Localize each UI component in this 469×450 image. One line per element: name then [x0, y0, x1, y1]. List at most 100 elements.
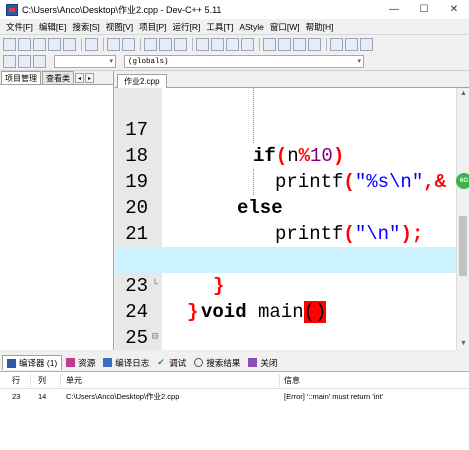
indent-guide	[253, 169, 254, 195]
menu-astyle[interactable]: AStyle	[236, 22, 267, 32]
tab-debug[interactable]: ✔ 调试	[153, 355, 190, 370]
tab-class-browser[interactable]: 查看类	[42, 71, 74, 84]
scrollbar-thumb[interactable]	[459, 216, 467, 276]
main-toolbar	[0, 35, 469, 53]
replace-icon[interactable]	[159, 37, 172, 51]
tab-close-label: 关闭	[260, 357, 278, 368]
tab-compile-log-label: 编译日志	[115, 357, 150, 368]
goto-bookmark-icon[interactable]	[33, 55, 46, 68]
project-options-icon[interactable]	[226, 37, 239, 51]
minimize-button[interactable]: —	[379, 0, 409, 19]
tile-icon[interactable]	[293, 37, 306, 51]
compile-icon[interactable]	[360, 37, 373, 51]
menu-help[interactable]: 帮助[H]	[303, 21, 337, 33]
column-divider[interactable]	[30, 374, 31, 387]
header-row[interactable]: 行	[12, 372, 20, 389]
close-button[interactable]: ✕	[439, 0, 469, 19]
menu-edit[interactable]: 编辑[E]	[36, 21, 69, 33]
maximize-button[interactable]: ☐	[409, 0, 439, 19]
project-panel: 项目管理 查看类 ◂ ▸	[0, 71, 114, 350]
print-icon[interactable]	[85, 37, 98, 51]
output-tab-bar: 编译器 (1) 资源 编译日志 ✔ 调试 搜索结果 关闭	[0, 354, 469, 372]
menu-run[interactable]: 运行[R]	[170, 21, 204, 33]
insert-icon[interactable]	[3, 55, 16, 68]
stop-icon[interactable]	[330, 37, 343, 51]
toolbar-separator	[326, 37, 327, 51]
toggle-bookmark-icon[interactable]	[18, 55, 31, 68]
save-icon[interactable]	[33, 37, 46, 51]
code-line: 25 │ int n;	[115, 299, 456, 350]
find-icon[interactable]	[144, 37, 157, 51]
scope-select[interactable]: (globals) ▾	[124, 55, 364, 68]
layout-icon[interactable]	[263, 37, 276, 51]
tab-close[interactable]: 关闭	[244, 355, 281, 370]
code-line: 19 else	[115, 143, 456, 219]
check-icon: ✔	[157, 357, 165, 367]
project-close-icon[interactable]	[241, 37, 254, 51]
undo-icon[interactable]	[107, 37, 120, 51]
project-tree[interactable]	[0, 85, 113, 350]
editor-tab-bar: 作业2.cpp	[115, 71, 469, 88]
cell-col: 14	[38, 392, 47, 401]
code-line: 26 │ scanf("%d",&n);	[115, 325, 456, 350]
column-divider[interactable]	[279, 374, 280, 387]
menu-window[interactable]: 窗口[W]	[267, 21, 303, 33]
table-header: 行 列 单元 信息	[0, 372, 469, 389]
redo-icon[interactable]	[122, 37, 135, 51]
floating-badge[interactable]: 6G	[456, 173, 469, 189]
header-unit[interactable]: 单元	[66, 372, 82, 389]
resources-icon	[66, 358, 76, 367]
toolbar-separator	[259, 37, 260, 51]
column-divider[interactable]	[60, 374, 61, 387]
menu-tools[interactable]: 工具[T]	[203, 21, 236, 33]
save-all-icon[interactable]	[48, 37, 61, 51]
search-icon	[194, 358, 204, 367]
tab-search-results[interactable]: 搜索结果	[190, 355, 244, 370]
menu-project[interactable]: 项目[P]	[136, 21, 169, 33]
title-bar: C:\Users\Anco\Desktop\作业2.cpp - Dev-C++ …	[0, 0, 469, 19]
close-file-icon[interactable]	[63, 37, 76, 51]
indent-guide	[253, 88, 254, 143]
tab-scroll-left-icon[interactable]: ◂	[75, 73, 84, 83]
scope-select-value: (globals)	[128, 57, 169, 66]
tab-file[interactable]: 作业2.cpp	[117, 74, 167, 88]
chevron-down-icon: ▾	[357, 58, 361, 66]
tab-debug-label: 调试	[169, 357, 187, 368]
check-icon[interactable]	[308, 37, 321, 51]
grid-icon[interactable]	[278, 37, 291, 51]
tab-scroll-right-icon[interactable]: ▸	[85, 73, 94, 83]
toolbar-separator	[140, 37, 141, 51]
header-info[interactable]: 信息	[284, 372, 300, 389]
new-file-icon[interactable]	[3, 37, 16, 51]
project-open-icon[interactable]	[211, 37, 224, 51]
compiler-grid-icon	[7, 358, 16, 368]
toolbar-separator	[81, 37, 82, 51]
scroll-up-icon[interactable]: ▲	[457, 88, 469, 100]
cell-info: [Error] '::main' must return 'int'	[284, 392, 384, 401]
menu-file[interactable]: 文件[F]	[3, 21, 36, 33]
chart-icon[interactable]	[345, 37, 358, 51]
project-panel-tabs: 项目管理 查看类 ◂ ▸	[0, 71, 113, 85]
current-code-line: 23 void main()	[115, 247, 456, 323]
table-row[interactable]: 23 14 C:\Users\Anco\Desktop\作业2.cpp [Err…	[0, 390, 469, 404]
code-line: 17 if(n%10)	[115, 91, 456, 167]
code-editor[interactable]: 17 if(n%10) 18 printf("%s\n",& 19 else 2…	[115, 88, 456, 350]
menu-view[interactable]: 视图[V]	[103, 21, 136, 33]
toolbar-separator	[103, 37, 104, 51]
header-col[interactable]: 列	[38, 372, 46, 389]
project-new-icon[interactable]	[196, 37, 209, 51]
tab-compile-log[interactable]: 编译日志	[99, 355, 153, 370]
tab-compiler[interactable]: 编译器 (1)	[2, 355, 63, 370]
goto-icon[interactable]	[174, 37, 187, 51]
open-file-icon[interactable]	[18, 37, 31, 51]
code-line: 18 printf("%s\n",&	[115, 117, 456, 193]
scroll-down-icon[interactable]: ▼	[457, 338, 469, 350]
tab-project-manager[interactable]: 项目管理	[1, 71, 41, 84]
menu-search[interactable]: 搜索[S]	[69, 21, 102, 33]
tab-resources-label: 资源	[78, 357, 96, 368]
bar-chart-icon	[103, 358, 113, 367]
tab-resources[interactable]: 资源	[62, 355, 99, 370]
compiler-select[interactable]: ▾	[54, 55, 116, 68]
editor-scrollbar[interactable]: ▲ ▼	[456, 88, 469, 350]
secondary-toolbar: ▾ (globals) ▾	[0, 53, 469, 71]
